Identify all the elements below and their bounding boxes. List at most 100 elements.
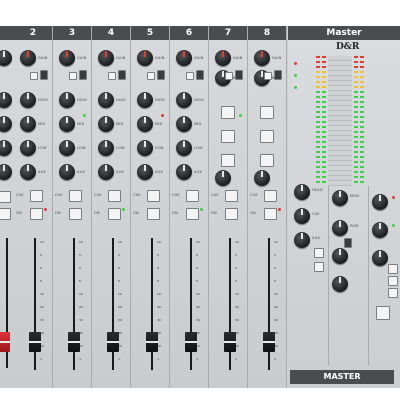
- aux-knob[interactable]: [0, 164, 12, 180]
- function-button[interactable]: [388, 264, 398, 274]
- low-knob[interactable]: [20, 140, 36, 156]
- gain-knob[interactable]: [176, 50, 192, 66]
- source-select-button[interactable]: [221, 130, 235, 143]
- talkback-knob[interactable]: [372, 250, 388, 266]
- cue-button[interactable]: [69, 190, 82, 202]
- mid-knob[interactable]: [98, 116, 114, 132]
- high-knob[interactable]: [98, 92, 114, 108]
- cue-button[interactable]: [264, 190, 277, 202]
- on-button[interactable]: [108, 208, 121, 220]
- on-button[interactable]: [186, 208, 199, 220]
- gain-knob[interactable]: [98, 50, 114, 66]
- channel-fader[interactable]: [224, 332, 236, 352]
- on-button[interactable]: [0, 208, 11, 220]
- channel-fader[interactable]: [107, 332, 119, 352]
- source-select-button[interactable]: [260, 154, 274, 167]
- aux-knob[interactable]: [59, 164, 75, 180]
- function-button[interactable]: [388, 276, 398, 286]
- gain-knob[interactable]: [254, 50, 270, 66]
- low-knob[interactable]: [59, 140, 75, 156]
- eq-toggle[interactable]: [264, 72, 272, 80]
- eq-toggle[interactable]: [225, 72, 233, 80]
- source-select-button[interactable]: [260, 106, 274, 119]
- on-button[interactable]: [264, 208, 277, 220]
- on-button[interactable]: [225, 208, 238, 220]
- on-button[interactable]: [30, 208, 43, 220]
- master-select-button[interactable]: [314, 248, 324, 258]
- aux-knob[interactable]: [215, 170, 231, 186]
- phase-toggle[interactable]: [40, 70, 48, 80]
- function-button[interactable]: [388, 288, 398, 298]
- cue-button[interactable]: [108, 190, 121, 202]
- master-head-knob[interactable]: [294, 184, 310, 200]
- gain-knob[interactable]: [20, 50, 36, 66]
- mid-knob[interactable]: [176, 116, 192, 132]
- cue-button[interactable]: [30, 190, 43, 202]
- master-mon-knob[interactable]: [332, 190, 348, 206]
- aux-knob[interactable]: [98, 164, 114, 180]
- phase-toggle[interactable]: [79, 70, 87, 80]
- master-output-knob[interactable]: [332, 276, 348, 292]
- gain-knob[interactable]: [137, 50, 153, 66]
- high-knob[interactable]: [20, 92, 36, 108]
- mid-eq-knob[interactable]: [0, 116, 12, 132]
- channel-fader[interactable]: [146, 332, 158, 352]
- eq-toggle[interactable]: [147, 72, 155, 80]
- cue-button[interactable]: [147, 190, 160, 202]
- meter-led: [322, 141, 326, 143]
- channel-number: 5: [131, 26, 169, 40]
- phase-toggle[interactable]: [196, 70, 204, 80]
- meter-led: [360, 141, 364, 143]
- gain-knob[interactable]: [215, 50, 231, 66]
- phase-toggle[interactable]: [157, 70, 165, 80]
- low-knob[interactable]: [137, 140, 153, 156]
- aux-knob[interactable]: [137, 164, 153, 180]
- knob-label: HIGH: [77, 98, 87, 102]
- eq-toggle[interactable]: [108, 72, 116, 80]
- master-cue-knob[interactable]: [294, 208, 310, 224]
- mid-knob[interactable]: [20, 116, 36, 132]
- high-eq-knob[interactable]: [0, 92, 12, 108]
- phones-knob[interactable]: [372, 222, 388, 238]
- on-button[interactable]: [147, 208, 160, 220]
- cue-button[interactable]: [0, 191, 11, 203]
- mid-knob[interactable]: [137, 116, 153, 132]
- fader-cap-red[interactable]: [0, 332, 10, 352]
- aux-knob[interactable]: [20, 164, 36, 180]
- aux-knob[interactable]: [176, 164, 192, 180]
- phase-toggle[interactable]: [118, 70, 126, 80]
- gain-knob[interactable]: [59, 50, 75, 66]
- master-select-button[interactable]: [314, 262, 324, 272]
- cue-button[interactable]: [186, 190, 199, 202]
- source-select-button[interactable]: [221, 154, 235, 167]
- on-button[interactable]: [69, 208, 82, 220]
- channel-fader[interactable]: [68, 332, 80, 352]
- high-knob[interactable]: [59, 92, 75, 108]
- gain-knob[interactable]: [0, 50, 12, 66]
- mid-knob[interactable]: [59, 116, 75, 132]
- phase-toggle[interactable]: [235, 70, 243, 80]
- phase-toggle[interactable]: [274, 70, 282, 80]
- source-select-button[interactable]: [221, 106, 235, 119]
- master-aux-knob[interactable]: [294, 232, 310, 248]
- monitor-knob[interactable]: [372, 194, 388, 210]
- talkback-button[interactable]: [376, 306, 390, 320]
- high-knob[interactable]: [137, 92, 153, 108]
- master-dark-button[interactable]: [344, 238, 352, 248]
- channel-fader[interactable]: [263, 332, 275, 352]
- low-knob[interactable]: [176, 140, 192, 156]
- cue-button[interactable]: [225, 190, 238, 202]
- master-pgm-knob[interactable]: [332, 220, 348, 236]
- source-select-button[interactable]: [260, 130, 274, 143]
- master-level-knob[interactable]: [332, 248, 348, 264]
- channel-fader[interactable]: [29, 332, 41, 352]
- channel-fader[interactable]: [185, 332, 197, 352]
- high-knob[interactable]: [176, 92, 192, 108]
- low-knob[interactable]: [98, 140, 114, 156]
- low-eq-knob[interactable]: [0, 140, 12, 156]
- eq-toggle[interactable]: [186, 72, 194, 80]
- knob-label: AUX: [155, 170, 163, 174]
- aux-knob[interactable]: [254, 170, 270, 186]
- eq-toggle[interactable]: [69, 72, 77, 80]
- eq-toggle[interactable]: [30, 72, 38, 80]
